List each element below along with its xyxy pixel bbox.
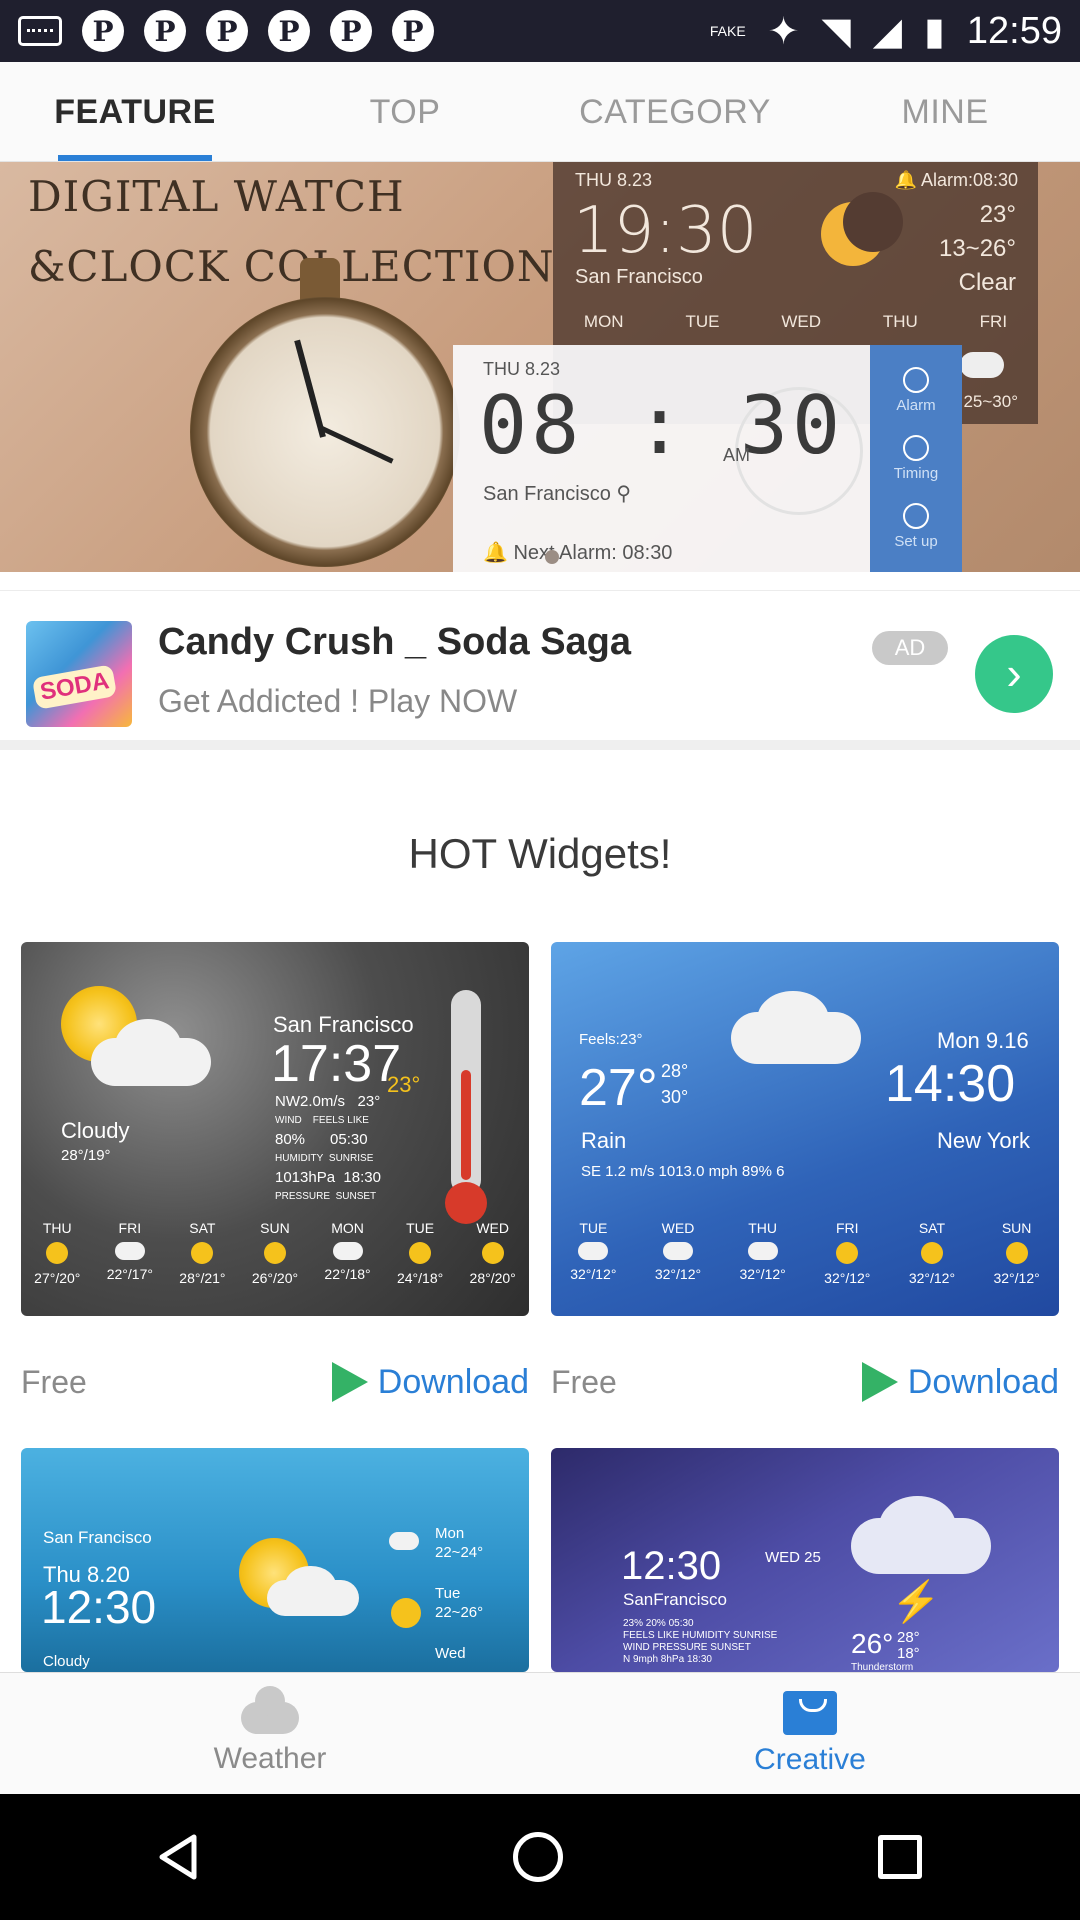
forecast-wed: Wed (435, 1645, 466, 1662)
widget-date: THU 8.23 (575, 170, 653, 190)
status-bar: P P P P P P FAKE ✦ ◥ ◢ ▮ 12:59 (0, 0, 1080, 62)
nav-weather[interactable]: Weather (0, 1673, 540, 1794)
back-button[interactable] (158, 1833, 198, 1881)
price-label: Free (21, 1363, 87, 1400)
google-play-icon (331, 1362, 368, 1402)
widget-ampm: AM (723, 445, 750, 465)
pinterest-icon: P (268, 10, 310, 52)
widget-alarm: 🔔 Alarm:08:30 (894, 170, 1018, 190)
pocket-watch-image (190, 297, 460, 567)
nav-weather-label: Weather (213, 1741, 327, 1775)
cloud-icon (91, 1018, 211, 1086)
banner-title-line2: &CLOCK COLLECTION (28, 242, 555, 291)
cloud-icon (241, 1685, 299, 1734)
widget-city: San Francisco ⚲ (483, 483, 632, 505)
card-footer-1: Free Download (21, 1352, 529, 1412)
candy-crush-app-icon: SODA (26, 621, 132, 727)
tab-mine[interactable]: MINE (810, 62, 1080, 161)
gear-icon (903, 502, 929, 529)
card-footer-2: Free Download (551, 1352, 1059, 1412)
keyboard-icon (18, 16, 62, 46)
timing-item: Timing (894, 434, 938, 482)
ad-card[interactable]: SODA Candy Crush _ Soda Saga Get Addicte… (0, 590, 1080, 750)
forecast-tue: Tue 22~26° (435, 1585, 484, 1621)
top-tabs: FEATURE TOP CATEGORY MINE (0, 62, 1080, 162)
pinterest-icon: P (392, 10, 434, 52)
widget-thumbnail-4[interactable]: 12:30 WED 25 SanFrancisco 23% 20% 05:30 … (551, 1448, 1059, 1672)
storm-cloud-icon (851, 1495, 991, 1574)
clock-time: 12:59 (966, 9, 1062, 52)
widget-days: MON TUE WED THU FRI (583, 312, 1008, 331)
banner-title: DIGITAL WATCH &CLOCK COLLECTION (28, 162, 555, 302)
home-button[interactable] (512, 1832, 563, 1882)
widget-time: 19:30 (573, 194, 758, 268)
widget-next-alarm: 🔔 Next Alarm: 08:30 (483, 542, 673, 564)
tab-category[interactable]: CATEGORY (540, 62, 810, 161)
pinterest-icon: P (82, 10, 124, 52)
bottom-navigation: Weather Creative (0, 1672, 1080, 1794)
weather-details: 23% 20% 05:30 FEELS LIKE HUMIDITY SUNRIS… (623, 1618, 778, 1665)
tab-top[interactable]: TOP (270, 62, 540, 161)
shopping-bag-icon (783, 1690, 837, 1735)
system-status: FAKE ✦ ◥ ◢ ▮ 12:59 (710, 9, 1062, 54)
rain-cloud-icon (731, 991, 861, 1064)
widget-time: 08 : 30 (479, 379, 845, 472)
signal-icon: ◢ (872, 10, 902, 53)
widget-date: THU 8.23 (483, 359, 561, 379)
wifi-icon: ◥ (821, 10, 851, 53)
partly-cloudy-icon (952, 340, 1004, 378)
section-title: HOT Widgets! (408, 830, 672, 877)
app-screen: P P P P P P FAKE ✦ ◥ ◢ ▮ 12:59 FEATURE T… (0, 0, 1080, 1920)
location-pin-icon: ⚲ (616, 483, 632, 505)
widget-city: San Francisco (575, 266, 703, 288)
chevron-right-icon[interactable]: › (975, 635, 1053, 713)
carousel-indicator (545, 550, 559, 564)
widget-side-menu: Alarm Timing Set up (870, 345, 962, 572)
google-play-icon (861, 1362, 898, 1402)
system-navigation-bar (0, 1794, 1080, 1920)
banner-title-line1: DIGITAL WATCH (28, 172, 405, 221)
lightning-icon: ⚡ (891, 1580, 941, 1624)
pinterest-icon: P (206, 10, 248, 52)
download-button[interactable]: Download (331, 1362, 529, 1402)
widget-forecast-range: 25~30° (963, 392, 1018, 411)
white-clock-widget-preview: THU 8.23 08 : 30 AM San Francisco ⚲ 🔔 Ne… (453, 345, 871, 572)
pinterest-icon: P (330, 10, 372, 52)
battery-icon: ▮ (923, 10, 945, 53)
nav-creative[interactable]: Creative (540, 1673, 1080, 1794)
widget-thumbnail-1[interactable]: San Francisco 17:37 23° NW2.0m/s 23° WIN… (21, 942, 529, 1316)
widget-temp: 23° 13~26° Clear (938, 201, 1016, 296)
ad-badge: AD (872, 631, 948, 665)
download-button[interactable]: Download (861, 1362, 1059, 1402)
cloud-icon (267, 1565, 359, 1616)
widget-thumbnail-2[interactable]: Feels:23° 27° 28° 30° Mon 9.16 14:30 Rai… (551, 942, 1059, 1316)
forecast-row: TUE 32°/12° WED 32°/12° THU 32°/12° FRI 32°/… (570, 1220, 1040, 1286)
ad-title: Candy Crush _ Soda Saga (158, 621, 632, 663)
alarm-icon (902, 367, 929, 394)
thermometer-bulb (445, 1182, 487, 1224)
thermometer-icon (451, 990, 481, 1195)
nav-creative-label: Creative (754, 1742, 866, 1776)
alarm-item: Alarm (896, 367, 936, 414)
satellite-icon: ✦ (767, 10, 800, 53)
weather-details: NW2.0m/s 23° WIND FEELS LIKE 80% 05:30 H… (275, 1093, 381, 1202)
pinterest-icon: P (144, 10, 186, 52)
forecast-mon: Mon 22~24° (435, 1525, 484, 1561)
forecast-row: THU 27°/20° FRI 22°/17° SAT 28°/21° SUN 26°/… (34, 1220, 516, 1286)
recents-button[interactable] (878, 1835, 923, 1879)
tab-feature[interactable]: FEATURE (0, 62, 270, 161)
moon-icon (821, 192, 903, 266)
back-icon (159, 1834, 197, 1880)
timer-icon (902, 434, 929, 461)
ad-subtitle: Get Addicted ! Play NOW (158, 683, 518, 719)
fake-gps-label: FAKE (709, 23, 746, 39)
feature-banner[interactable]: DIGITAL WATCH &CLOCK COLLECTION THU 8.23… (0, 162, 1080, 572)
widget-thumbnail-3[interactable]: San Francisco Thu 8.20 12:30 Cloudy Mon 2… (21, 1448, 529, 1672)
price-label: Free (551, 1363, 617, 1400)
setup-item: Set up (894, 502, 938, 550)
notification-icons: P P P P P P (18, 10, 434, 52)
